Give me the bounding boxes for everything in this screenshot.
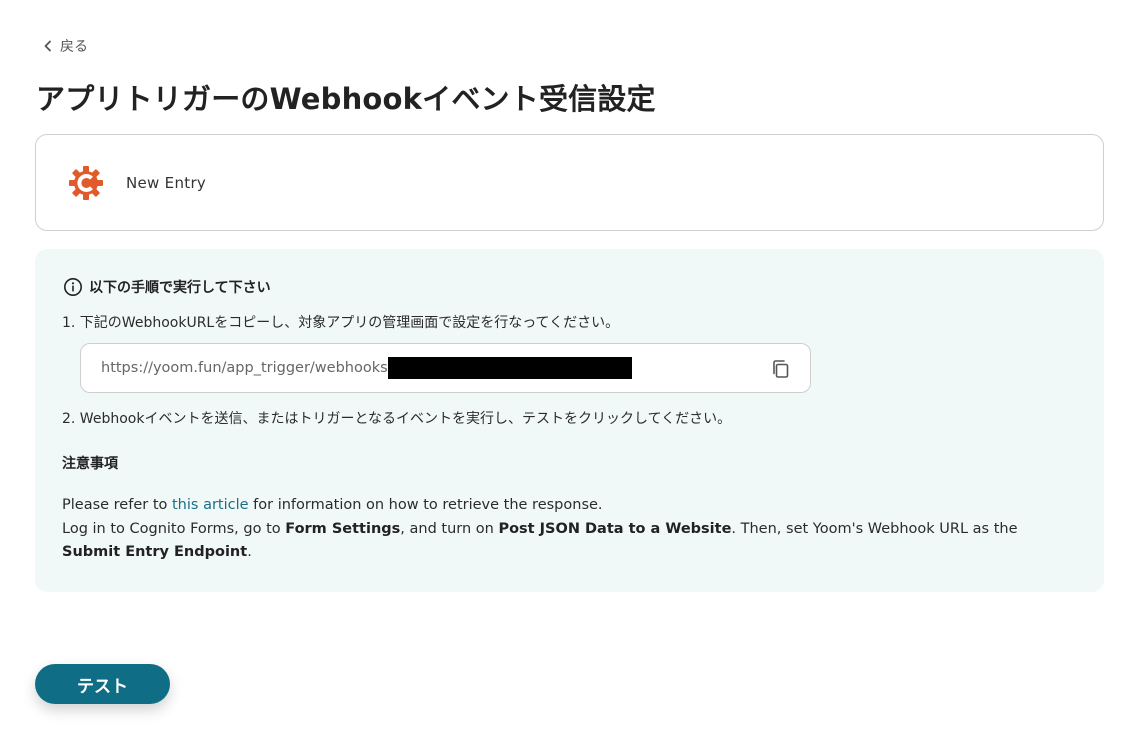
notes-line-2: Log in to Cognito Forms, go to Form Sett… (62, 518, 1082, 565)
back-link[interactable]: 戻る (42, 36, 88, 56)
instructions-heading: 以下の手順で実行して下さい (63, 277, 271, 297)
post-json-emphasis: Post JSON Data to a Website (498, 520, 732, 537)
webhook-url-text: https://yoom.fun/app_trigger/webhooks (101, 360, 388, 376)
cognito-forms-gear-icon (69, 165, 103, 200)
notes-title: 注意事項 (62, 456, 118, 472)
notes-body: Please refer to this article for informa… (62, 494, 1082, 565)
copy-icon[interactable] (770, 358, 792, 380)
redacted-url-segment (387, 357, 632, 379)
chevron-left-icon (44, 40, 51, 52)
notes-text: Please refer to (62, 497, 172, 513)
instructions-heading-text: 以下の手順で実行して下さい (89, 280, 271, 296)
trigger-card: New Entry (35, 134, 1104, 231)
back-label: 戻る (60, 39, 88, 55)
notes-text: Log in to Cognito Forms, go to (62, 520, 286, 537)
notes-text: . (247, 544, 252, 560)
notes-line-1: Please refer to this article for informa… (62, 494, 1082, 518)
notes-text: for information on how to retrieve the r… (248, 497, 603, 513)
notes-text: . Then, set Yoom's Webhook URL as the (731, 520, 1018, 537)
step-2-text: 2. Webhookイベントを送信、またはトリガーとなるイベントを実行し、テスト… (62, 411, 732, 427)
webhook-url-field[interactable]: https://yoom.fun/app_trigger/webhooks (80, 343, 811, 393)
instructions-panel: 以下の手順で実行して下さい 1. 下記のWebhookURLをコピーし、対象アプ… (35, 249, 1104, 592)
info-icon (64, 278, 82, 296)
submit-endpoint-emphasis: Submit Entry Endpoint (62, 544, 248, 560)
this-article-link[interactable]: this article (172, 497, 249, 513)
form-settings-emphasis: Form Settings (285, 520, 401, 537)
trigger-name: New Entry (126, 173, 207, 192)
page-title: アプリトリガーのWebhookイベント受信設定 (36, 82, 656, 116)
notes-text: , and turn on (400, 520, 499, 537)
step-1-text: 1. 下記のWebhookURLをコピーし、対象アプリの管理画面で設定を行なって… (62, 315, 620, 331)
test-button[interactable]: テスト (35, 664, 170, 704)
